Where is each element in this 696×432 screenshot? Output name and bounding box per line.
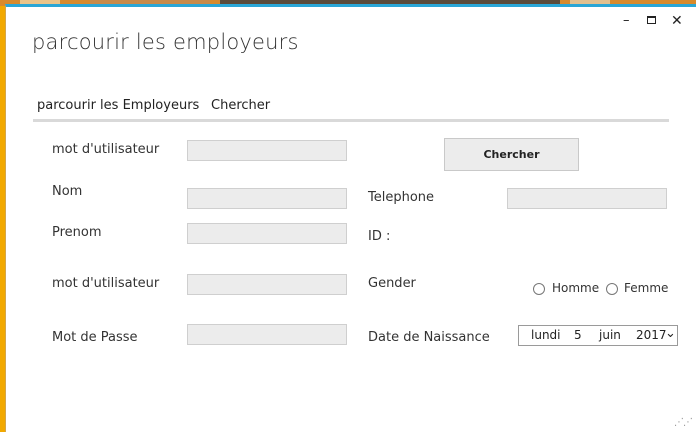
minimize-icon[interactable]: –: [623, 14, 630, 27]
birthdate-weekday: lundi: [531, 328, 561, 342]
tab-chercher[interactable]: Chercher: [211, 98, 270, 113]
tab-parcourir[interactable]: parcourir les Employeurs: [37, 98, 199, 113]
app-window: – ✕ parcourir les employeurs parcourir l…: [5, 4, 696, 432]
username-input[interactable]: [187, 274, 347, 295]
close-icon[interactable]: ✕: [671, 14, 683, 28]
telephone-label: Telephone: [368, 190, 435, 205]
femme-radio[interactable]: [606, 283, 618, 295]
username-search-input[interactable]: [187, 140, 347, 161]
birthdate-year: 2017: [636, 328, 667, 342]
birthdate-month: juin: [599, 328, 621, 342]
prenom-input[interactable]: [187, 223, 347, 244]
password-input[interactable]: [187, 324, 347, 345]
homme-label[interactable]: Homme: [552, 281, 599, 295]
window-title: parcourir les employeurs: [32, 30, 299, 54]
nom-label: Nom: [52, 184, 83, 199]
telephone-input[interactable]: [507, 188, 667, 209]
gender-label: Gender: [368, 276, 416, 291]
username-search-label: mot d'utilisateur: [52, 142, 160, 157]
chevron-down-icon[interactable]: ⌄: [665, 326, 676, 341]
tab-divider: [33, 119, 669, 122]
maximize-icon[interactable]: [647, 16, 656, 24]
birthdate-day: 5: [574, 328, 582, 342]
nom-input[interactable]: [187, 188, 347, 209]
birthdate-picker[interactable]: lundi 5 juin 2017 ⌄: [518, 325, 678, 346]
prenom-label: Prenom: [52, 225, 102, 240]
resize-grip-icon[interactable]: ⋰⋰: [674, 417, 693, 428]
search-button[interactable]: Chercher: [444, 138, 579, 171]
tab-strip: parcourir les Employeurs Chercher: [33, 98, 667, 121]
password-label: Mot de Passe: [52, 330, 138, 345]
birthdate-label: Date de Naissance: [368, 330, 490, 345]
homme-radio[interactable]: [533, 283, 545, 295]
id-label: ID :: [368, 229, 391, 244]
femme-label[interactable]: Femme: [624, 281, 668, 295]
username-label: mot d'utilisateur: [52, 276, 160, 291]
